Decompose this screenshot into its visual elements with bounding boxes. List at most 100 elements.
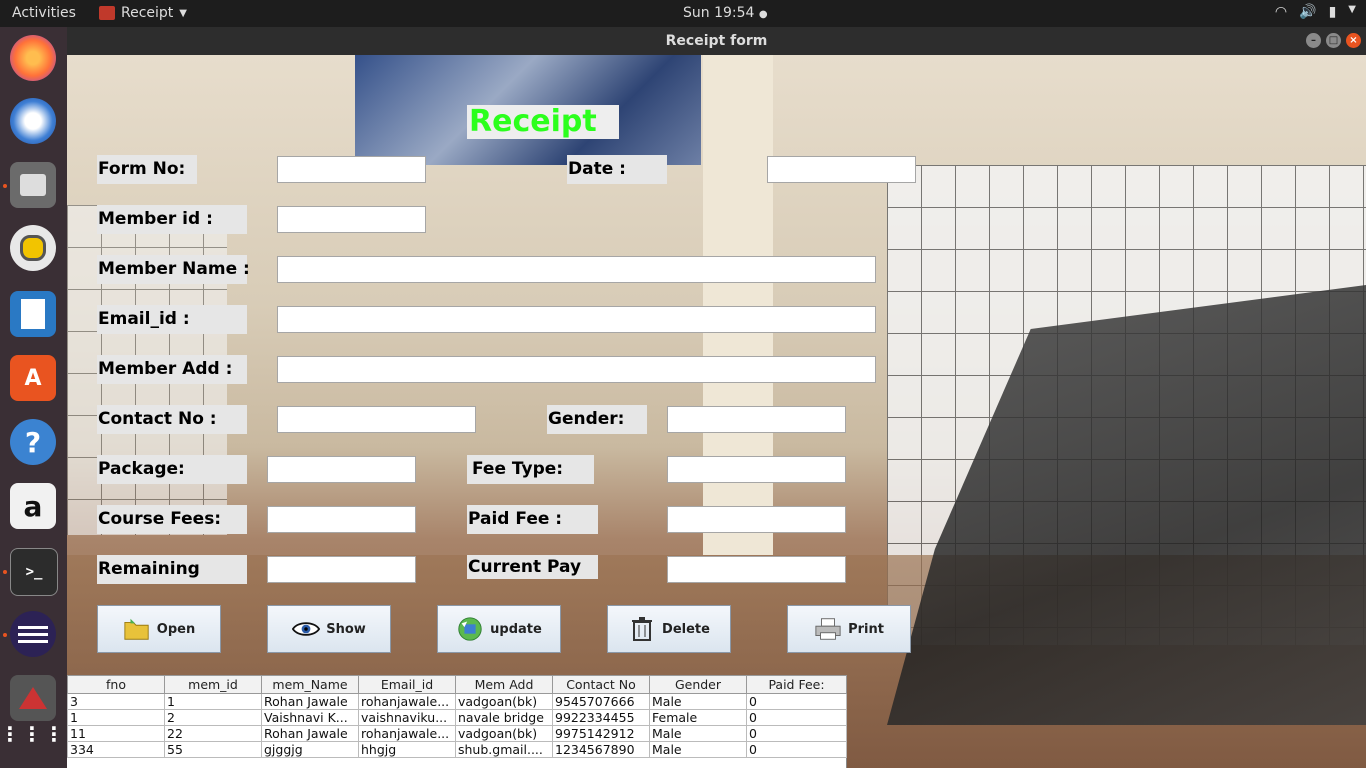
chevron-down-icon: ▼ [179,7,187,19]
form-no-field[interactable] [277,156,426,183]
open-button[interactable]: Open [97,605,221,653]
thunderbird-icon[interactable] [10,98,56,144]
notification-dot-icon: ● [758,9,768,20]
window-titlebar[interactable]: Receipt form – □ × [67,27,1366,55]
minimize-icon[interactable]: – [1306,33,1321,48]
remaining-field[interactable] [267,556,416,583]
show-button-label: Show [326,621,366,637]
maximize-icon[interactable]: □ [1326,33,1341,48]
member-add-field[interactable] [277,356,876,383]
table-row[interactable]: 11 22 Rohan Jawale rohanjawale... vadgoa… [67,725,847,742]
software-icon[interactable]: A [10,355,56,401]
column-header[interactable]: mem_id [164,675,262,694]
apps-grid-icon[interactable]: ⋮⋮⋮ [0,711,64,757]
close-icon[interactable]: × [1346,33,1361,48]
gender-field[interactable] [667,406,846,433]
date-field[interactable] [767,156,916,183]
table-cell: vadgoan(bk) [455,693,553,710]
table-cell: 334 [67,741,165,758]
table-row[interactable]: 334 55 gjggjg hhgjg shub.gmail.... 12345… [67,741,847,758]
print-button-label: Print [848,621,884,637]
clock[interactable]: Sun 19:54 ● [683,5,768,21]
amazon-icon[interactable]: a [10,483,56,529]
table-cell: 9975142912 [552,725,650,742]
trash-icon [628,616,656,642]
running-indicator [3,184,7,188]
writer-icon[interactable] [10,291,56,337]
column-header[interactable]: fno [67,675,165,694]
table-cell: vaishnaviku... [358,709,456,726]
terminal-icon[interactable]: >_ [10,548,58,596]
email-id-field[interactable] [277,306,876,333]
print-button[interactable]: Print [787,605,911,653]
current-pay-field[interactable] [667,556,846,583]
paid-fee-field[interactable] [667,506,846,533]
table-cell: 0 [746,725,847,742]
table-cell: Vaishnavi K... [261,709,359,726]
records-table[interactable]: fno mem_id mem_Name Email_id Mem Add Con… [67,675,847,768]
table-cell: 11 [67,725,165,742]
activities-button[interactable]: Activities [12,5,76,21]
column-header[interactable]: Gender [649,675,747,694]
app-menu[interactable]: Receipt ▼ [99,5,187,21]
column-header[interactable]: Paid Fee: [746,675,847,694]
show-button[interactable]: Show [267,605,391,653]
chevron-down-icon: ▼ [1348,4,1356,15]
contact-no-field[interactable] [277,406,476,433]
folder-icon [123,616,151,642]
table-cell: Female [649,709,747,726]
volume-icon: 🔊 [1299,4,1317,20]
refresh-icon [456,616,484,642]
eclipse-icon[interactable] [10,611,56,657]
member-name-field[interactable] [277,256,876,283]
firefox-icon[interactable] [10,35,56,81]
update-button[interactable]: update [437,605,561,653]
eye-icon [292,616,321,642]
running-indicator [3,633,7,637]
table-cell: gjggjg [261,741,359,758]
table-cell: navale bridge [455,709,553,726]
table-cell: 1 [67,709,165,726]
rhythmbox-icon[interactable] [10,225,56,271]
table-row[interactable]: 1 2 Vaishnavi K... vaishnaviku... navale… [67,709,847,726]
delete-button[interactable]: Delete [607,605,731,653]
paid-fee-label: Paid Fee : [467,505,598,534]
column-header[interactable]: Email_id [358,675,456,694]
fee-type-field[interactable] [667,456,846,483]
form-no-label: Form No: [97,155,197,184]
help-icon[interactable]: ? [10,419,56,465]
course-fees-field[interactable] [267,506,416,533]
member-add-label: Member Add : [97,355,247,384]
system-tray[interactable]: ◠ 🔊 ▮ ▼ [1275,4,1356,20]
files-icon[interactable] [10,162,56,208]
package-field[interactable] [267,456,416,483]
table-cell: 0 [746,709,847,726]
table-header: fno mem_id mem_Name Email_id Mem Add Con… [67,675,847,694]
running-indicator [3,570,7,574]
current-pay-label: Current Pay [467,555,598,579]
table-row[interactable]: 3 1 Rohan Jawale rohanjawale... vadgoan(… [67,693,847,710]
table-cell: Male [649,741,747,758]
fee-type-label: Fee Type: [467,455,594,484]
table-cell: shub.gmail.... [455,741,553,758]
update-button-label: update [490,621,542,637]
table-cell: 22 [164,725,262,742]
remaining-label: Remaining [97,555,247,584]
table-cell: Male [649,725,747,742]
page-title: Receipt [467,105,619,139]
table-cell: 0 [746,693,847,710]
window-title: Receipt form [665,33,768,49]
column-header[interactable]: Mem Add [455,675,553,694]
table-cell: 9545707666 [552,693,650,710]
member-id-field[interactable] [277,206,426,233]
table-cell: 0 [746,741,847,758]
wifi-icon: ◠ [1274,4,1288,20]
column-header[interactable]: mem_Name [261,675,359,694]
course-fees-label: Course Fees: [97,505,247,534]
table-cell: Male [649,693,747,710]
table-cell: hhgjg [358,741,456,758]
table-cell: 3 [67,693,165,710]
table-cell: rohanjawale... [358,725,456,742]
column-header[interactable]: Contact No [552,675,650,694]
battery-icon: ▮ [1328,4,1337,20]
